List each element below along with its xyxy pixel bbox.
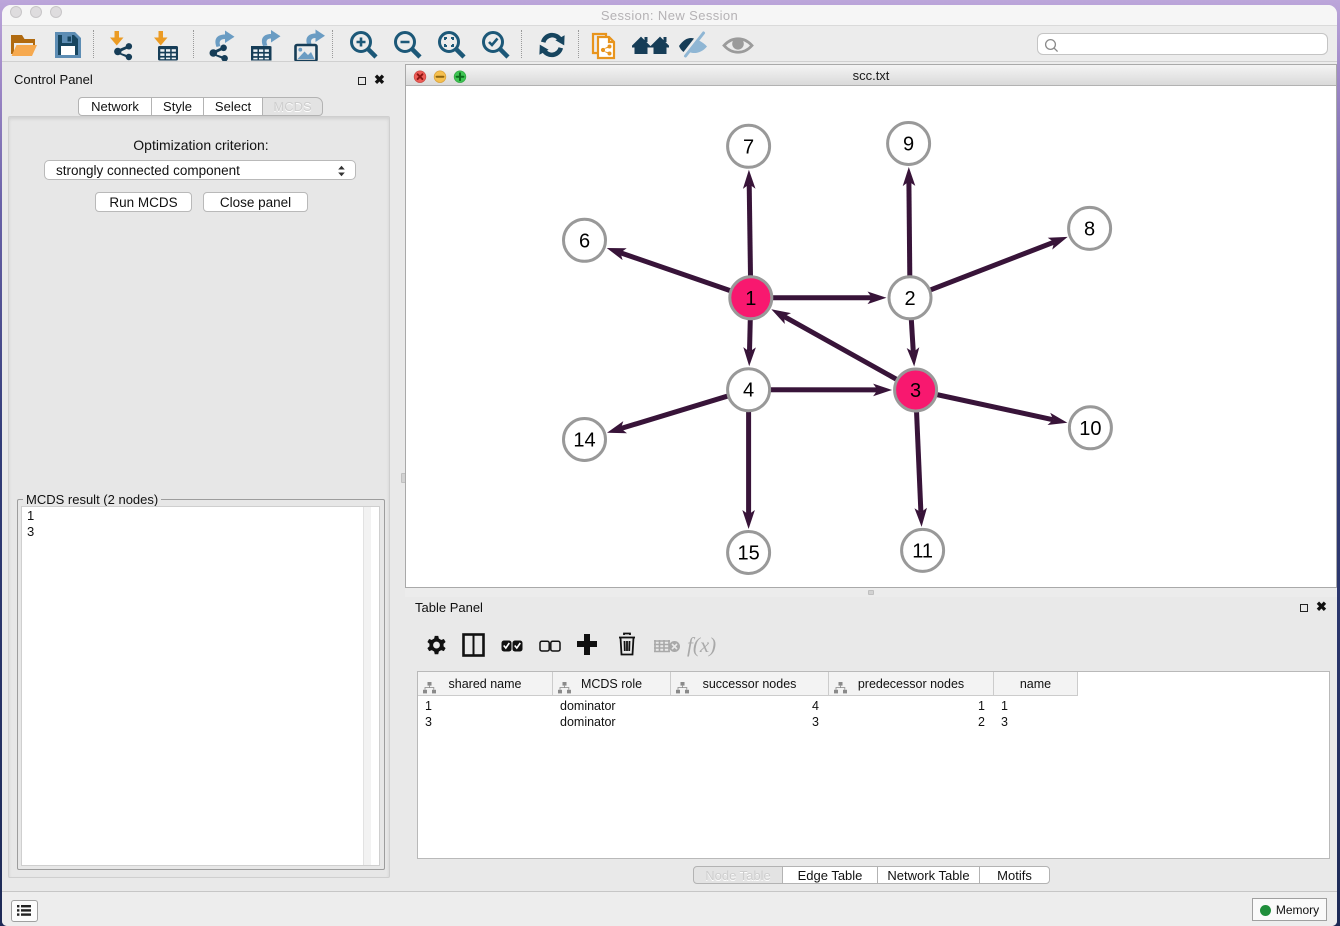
svg-text:10: 10 — [1079, 418, 1101, 440]
svg-text:7: 7 — [743, 136, 754, 158]
svg-text:6: 6 — [579, 230, 590, 252]
svg-text:2: 2 — [904, 288, 915, 310]
svg-text:1: 1 — [745, 288, 756, 310]
svg-text:11: 11 — [912, 540, 933, 562]
svg-text:3: 3 — [910, 380, 921, 402]
svg-text:4: 4 — [743, 380, 754, 402]
svg-text:9: 9 — [903, 134, 914, 156]
svg-text:14: 14 — [573, 430, 595, 452]
svg-text:15: 15 — [737, 543, 759, 565]
svg-text:8: 8 — [1084, 218, 1095, 240]
